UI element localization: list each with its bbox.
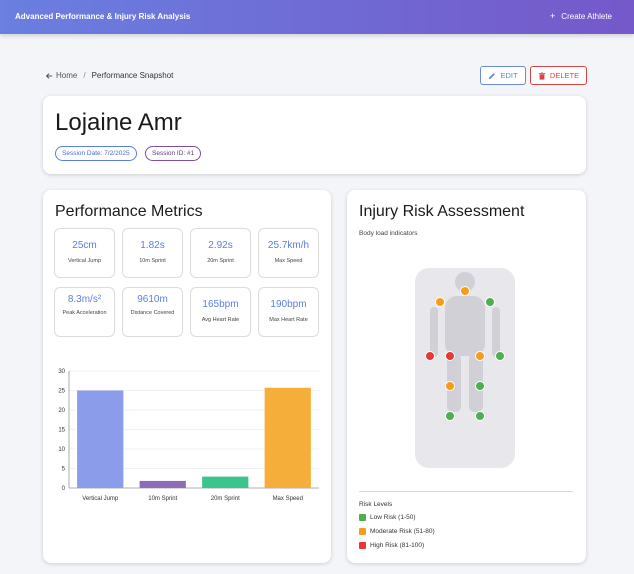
breadcrumb-home-label: Home bbox=[56, 71, 78, 80]
metric-label: 20m Sprint bbox=[207, 258, 234, 264]
metric-value: 165bpm bbox=[202, 299, 239, 310]
metric-value: 9610m bbox=[137, 294, 168, 305]
app-title: Advanced Performance & Injury Risk Analy… bbox=[15, 12, 191, 21]
legend-title: Risk Levels bbox=[359, 501, 393, 508]
edit-label: EDIT bbox=[500, 71, 518, 80]
metric-peak-acceleration: 8.3m/s² Peak Acceleration bbox=[54, 287, 115, 337]
risk-dot-right-hip[interactable] bbox=[445, 351, 455, 361]
legend-swatch bbox=[359, 542, 366, 549]
risk-dot-right-shoulder[interactable] bbox=[435, 297, 445, 307]
edit-button[interactable]: EDIT bbox=[480, 66, 526, 85]
bar-10m-sprint bbox=[139, 480, 186, 488]
metric-value: 1.82s bbox=[140, 240, 165, 251]
legend-low: Low Risk (1-50) bbox=[359, 514, 416, 521]
risk-dot-right-hand[interactable] bbox=[425, 351, 435, 361]
legend-swatch bbox=[359, 528, 366, 535]
legend-label: Low Risk (1-50) bbox=[370, 514, 416, 521]
metric-label: Vertical Jump bbox=[67, 258, 101, 264]
y-tick-label: 20 bbox=[58, 408, 65, 414]
athlete-card: Lojaine Amr Session Date: 7/2/2025 Sessi… bbox=[43, 96, 586, 174]
y-tick-label: 5 bbox=[62, 467, 66, 473]
delete-label: DELETE bbox=[549, 71, 580, 80]
create-athlete-button[interactable]: + Create Athlete bbox=[550, 11, 612, 21]
metric-max-speed: 25.7km/h Max Speed bbox=[258, 228, 319, 278]
breadcrumb: Home / Performance Snapshot bbox=[45, 71, 173, 80]
x-tick-label: 20m Sprint bbox=[211, 496, 240, 502]
performance-metrics-card: Performance Metrics 25cm Vertical Jump 1.… bbox=[43, 190, 331, 563]
metric-20m-sprint: 2.92s 20m Sprint bbox=[190, 228, 251, 278]
breadcrumb-home-link[interactable]: Home bbox=[45, 71, 77, 80]
metric-10m-sprint: 1.82s 10m Sprint bbox=[122, 228, 183, 278]
metric-label: 10m Sprint bbox=[139, 258, 166, 264]
plus-icon: + bbox=[550, 11, 556, 21]
risk-dot-neck[interactable] bbox=[460, 286, 470, 296]
metric-avg-heart-rate: 165bpm Avg Heart Rate bbox=[190, 287, 251, 337]
breadcrumb-separator: / bbox=[83, 71, 86, 80]
legend-high: High Risk (81-100) bbox=[359, 542, 424, 549]
legend-moderate: Moderate Risk (51-80) bbox=[359, 528, 435, 535]
x-tick-label: Max Speed bbox=[273, 496, 303, 502]
legend-swatch bbox=[359, 514, 366, 521]
session-date-chip: Session Date: 7/2/2025 bbox=[55, 146, 137, 161]
risk-dot-left-shoulder[interactable] bbox=[485, 297, 495, 307]
y-tick-label: 10 bbox=[58, 447, 65, 453]
y-tick-label: 15 bbox=[58, 428, 65, 434]
injury-risk-card: Injury Risk Assessment Body load indicat… bbox=[347, 190, 586, 563]
risk-dot-left-hand[interactable] bbox=[495, 351, 505, 361]
breadcrumb-current: Performance Snapshot bbox=[91, 71, 174, 80]
risk-subtitle: Body load indicators bbox=[359, 230, 418, 237]
bar-20m-sprint bbox=[202, 476, 249, 488]
risk-dot-right-knee[interactable] bbox=[445, 381, 455, 391]
risk-title: Injury Risk Assessment bbox=[359, 203, 525, 220]
arrow-left-icon bbox=[45, 72, 53, 79]
risk-dot-left-knee[interactable] bbox=[475, 381, 485, 391]
risk-dot-left-ankle[interactable] bbox=[475, 411, 485, 421]
metric-label: Max Speed bbox=[274, 258, 303, 264]
body-diagram bbox=[415, 268, 515, 468]
trash-icon bbox=[538, 71, 546, 80]
y-tick-label: 30 bbox=[58, 369, 65, 375]
metric-label: Peak Acceleration bbox=[62, 310, 107, 316]
metric-value: 8.3m/s² bbox=[67, 294, 102, 305]
session-id-chip: Session ID: #1 bbox=[145, 146, 202, 161]
metric-label: Avg Heart Rate bbox=[201, 317, 240, 323]
metric-label: Max Heart Rate bbox=[269, 317, 308, 323]
metric-value: 25.7km/h bbox=[267, 240, 310, 251]
legend-divider bbox=[359, 491, 573, 492]
delete-button[interactable]: DELETE bbox=[530, 66, 587, 85]
app-header: Advanced Performance & Injury Risk Analy… bbox=[0, 0, 634, 34]
metric-value: 2.92s bbox=[208, 240, 233, 251]
metrics-bar-chart: 0 5 10 15 20 25 30 Vertical Jump 10m Sprint 20m S… bbox=[58, 369, 319, 502]
create-athlete-label: Create Athlete bbox=[561, 12, 612, 21]
legend-label: High Risk (81-100) bbox=[370, 542, 425, 549]
bar-vertical-jump bbox=[77, 390, 124, 488]
x-tick-label: 10m Sprint bbox=[148, 496, 177, 502]
bar-max-speed bbox=[264, 387, 311, 488]
legend-label: Moderate Risk (51-80) bbox=[370, 528, 435, 535]
risk-dot-left-hip[interactable] bbox=[475, 351, 485, 361]
metric-distance-covered: 9610m Distance Covered bbox=[122, 287, 183, 337]
risk-dot-right-ankle[interactable] bbox=[445, 411, 455, 421]
metric-label: Distance Covered bbox=[130, 310, 175, 316]
metrics-title: Performance Metrics bbox=[55, 203, 203, 220]
y-tick-label: 0 bbox=[62, 486, 66, 492]
pencil-icon bbox=[489, 72, 496, 79]
y-tick-label: 25 bbox=[58, 389, 65, 395]
x-tick-label: Vertical Jump bbox=[82, 496, 119, 502]
metric-value: 25cm bbox=[72, 240, 97, 251]
metric-max-heart-rate: 190bpm Max Heart Rate bbox=[258, 287, 319, 337]
metric-value: 190bpm bbox=[270, 299, 307, 310]
athlete-name: Lojaine Amr bbox=[55, 109, 182, 136]
metric-vertical-jump: 25cm Vertical Jump bbox=[54, 228, 115, 278]
